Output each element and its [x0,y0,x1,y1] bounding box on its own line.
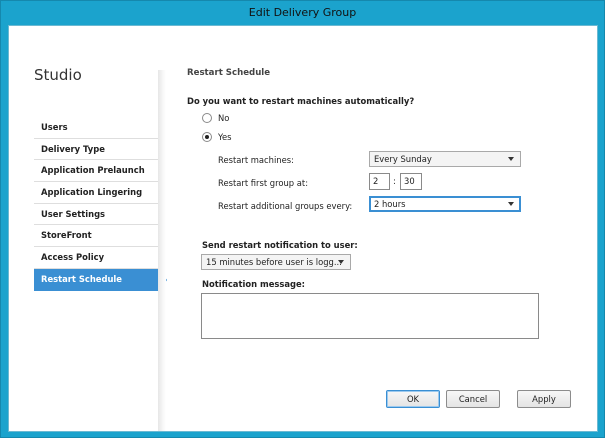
radio-yes[interactable]: Yes [202,132,232,142]
window-title: Edit Delivery Group [248,6,357,19]
radio-no-label: No [218,113,230,123]
notification-select[interactable]: 15 minutes before user is logg... [201,254,351,270]
sidebar: Studio Users Delivery Type Application P… [9,26,167,431]
time-separator: : [393,176,396,186]
radio-no-indicator[interactable] [202,113,212,123]
restart-machines-select[interactable]: Every Sunday [369,151,521,167]
sidebar-divider [158,70,166,431]
chevron-down-icon [508,202,514,206]
dialog-client: Studio Users Delivery Type Application P… [8,25,598,432]
first-group-hour-input[interactable]: 2 [369,173,390,190]
sidebar-item-application-prelaunch[interactable]: Application Prelaunch [34,160,166,183]
restart-machines-label: Restart machines: [218,155,294,165]
restart-machines-value: Every Sunday [374,154,432,164]
radio-yes-indicator[interactable] [202,132,212,142]
sidebar-item-delivery-type[interactable]: Delivery Type [34,139,166,161]
first-group-label: Restart first group at: [218,178,309,188]
sidebar-item-restart-schedule[interactable]: Restart Schedule [34,268,167,291]
notification-message-field[interactable] [201,293,539,339]
page-title: Restart Schedule [187,68,271,78]
dialog-window: Edit Delivery Group Studio Users Deliver… [0,0,605,438]
radio-no[interactable]: No [202,113,229,123]
sidebar-item-storefront[interactable]: StoreFront [34,225,166,248]
additional-groups-value: 2 hours [374,199,406,209]
sidebar-nav: Users Delivery Type Application Prelaunc… [34,117,167,291]
main-panel: Restart Schedule Do you want to restart … [169,26,597,431]
additional-groups-label: Restart additional groups every: [218,201,353,211]
restart-question: Do you want to restart machines automati… [187,96,415,106]
chevron-down-icon [338,260,344,264]
radio-yes-label: Yes [218,132,232,142]
sidebar-title: Studio [34,66,82,84]
first-group-minute-input[interactable]: 30 [400,173,422,190]
apply-button[interactable]: Apply [517,390,571,408]
additional-groups-select[interactable]: 2 hours [369,196,521,212]
notification-message-label: Notification message: [202,279,306,289]
notification-value: 15 minutes before user is logg... [206,257,342,267]
sidebar-item-users[interactable]: Users [34,117,166,139]
sidebar-item-access-policy[interactable]: Access Policy [34,247,166,269]
notification-label: Send restart notification to user: [202,240,358,250]
ok-button[interactable]: OK [386,390,440,408]
chevron-down-icon [508,157,514,161]
cancel-button[interactable]: Cancel [446,390,500,408]
sidebar-item-application-lingering[interactable]: Application Lingering [34,182,166,204]
sidebar-item-user-settings[interactable]: User Settings [34,204,166,226]
